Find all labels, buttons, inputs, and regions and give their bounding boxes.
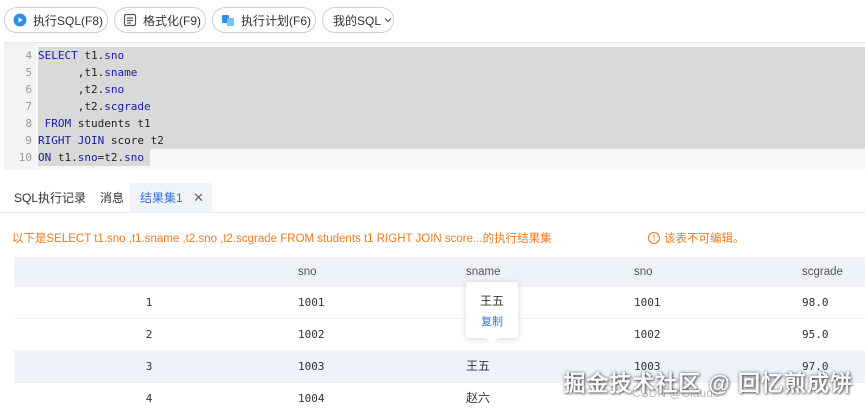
tab-messages[interactable]: 消息 (100, 183, 124, 213)
plan-icon (221, 13, 235, 27)
format-label: 格式化(F9) (143, 13, 201, 28)
chevron-down-icon (383, 13, 393, 27)
result-info-message: 以下是SELECT t1.sno ,t1.sname ,t2.sno ,t2.s… (12, 233, 552, 245)
line-number: 11 (4, 166, 32, 170)
code-line[interactable]: 5 ,t1.sname (4, 64, 865, 81)
code-text: RIGHT JOIN score t2 (38, 132, 865, 149)
row-index: 3 (145, 360, 153, 373)
code-text: ON t1.sno=t2.sno (38, 149, 150, 166)
tab-sql-history[interactable]: SQL执行记录 (14, 183, 86, 213)
warning-icon: ! (648, 232, 660, 244)
line-number: 4 (25, 49, 32, 62)
code-text: ,t2.scgrade (38, 98, 865, 115)
copy-link[interactable]: 复制 (466, 313, 518, 329)
line-number: 10 (18, 151, 32, 164)
cell-sno[interactable]: 1004 (298, 383, 325, 413)
code-line[interactable]: 7 ,t2.scgrade (4, 98, 865, 115)
code-line[interactable]: 4 SELECT t1.sno (4, 47, 865, 64)
format-icon (123, 13, 137, 27)
cell-sno[interactable]: 1002 (298, 319, 325, 350)
row-index: 2 (145, 328, 153, 341)
watermark: 掘金技术社区 @ 回忆煎成饼 (563, 371, 853, 396)
run-sql-label: 执行SQL(F8) (33, 13, 104, 28)
cell-sno-2[interactable]: 1002 (634, 319, 661, 350)
result-tabs: SQL执行记录 消息 结果集1 ✕ (0, 183, 865, 213)
table-header: sno sname sno scgrade (14, 257, 865, 287)
run-sql-button[interactable]: 执行SQL(F8) (4, 7, 108, 33)
not-editable-warning: ! 该表不可编辑。 (648, 230, 745, 246)
popover-value: 王五 (479, 294, 504, 308)
header-sno-2[interactable]: sno (634, 257, 653, 287)
my-sql-label: 我的SQL (333, 13, 382, 28)
cell-sno[interactable]: 1001 (298, 287, 325, 318)
code-text: SELECT t1.sno (38, 47, 865, 64)
code-line[interactable]: 11 (4, 166, 865, 170)
warning-text: 该表不可编辑。 (664, 233, 745, 245)
line-number: 6 (25, 83, 32, 96)
row-index: 1 (145, 296, 153, 309)
row-index: 4 (145, 392, 153, 405)
sql-editor[interactable]: 4 SELECT t1.sno 5 ,t1.sname 6 ,t2.sno 7 ,t2.… (4, 42, 865, 170)
cell-sname[interactable]: 王五 (466, 351, 490, 382)
cell-scgrade[interactable]: 95.0 (802, 319, 829, 350)
line-number: 7 (25, 100, 32, 113)
line-number: 9 (25, 134, 32, 147)
cell-sno[interactable]: 1003 (298, 351, 325, 382)
execution-plan-label: 执行计划(F6) (241, 13, 311, 28)
line-number: 8 (25, 117, 32, 130)
header-sno[interactable]: sno (298, 257, 317, 287)
code-line[interactable]: 8 FROM students t1 (4, 115, 865, 132)
table-row[interactable]: 2 1002 1002 95.0 (14, 319, 865, 351)
cell-sname[interactable]: 赵六 (466, 383, 490, 413)
result-table: sno sname sno scgrade 1 1001 王五 1001 98.0 2 10… (14, 257, 865, 405)
line-number: 5 (25, 66, 32, 79)
cell-scgrade[interactable]: 98.0 (802, 287, 829, 318)
code-line[interactable]: 9 RIGHT JOIN score t2 (4, 132, 865, 149)
code-line[interactable]: 6 ,t2.sno (4, 81, 865, 98)
format-button[interactable]: 格式化(F9) (114, 7, 206, 33)
header-scgrade[interactable]: scgrade (802, 257, 843, 287)
code-line[interactable]: 10 ON t1.sno=t2.sno (4, 149, 865, 166)
code-text: ,t1.sname (38, 64, 865, 81)
play-icon (13, 13, 27, 27)
my-sql-dropdown[interactable]: 我的SQL (322, 7, 394, 33)
code-text: ,t2.sno (38, 81, 865, 98)
cell-popover: 王五 复制 (466, 282, 518, 344)
cell-sno-2[interactable]: 1001 (634, 287, 661, 318)
tab-result-set-label: 结果集1 (140, 191, 183, 205)
header-index (14, 257, 284, 287)
execution-plan-button[interactable]: 执行计划(F6) (212, 7, 316, 33)
close-icon[interactable]: ✕ (193, 183, 204, 213)
code-text: FROM students t1 (38, 115, 865, 132)
table-row[interactable]: 1 1001 王五 1001 98.0 (14, 287, 865, 319)
tab-result-set[interactable]: 结果集1 ✕ (130, 183, 212, 213)
toolbar: 执行SQL(F8) 格式化(F9) 执行计划(F6) 我的SQL (0, 0, 865, 40)
